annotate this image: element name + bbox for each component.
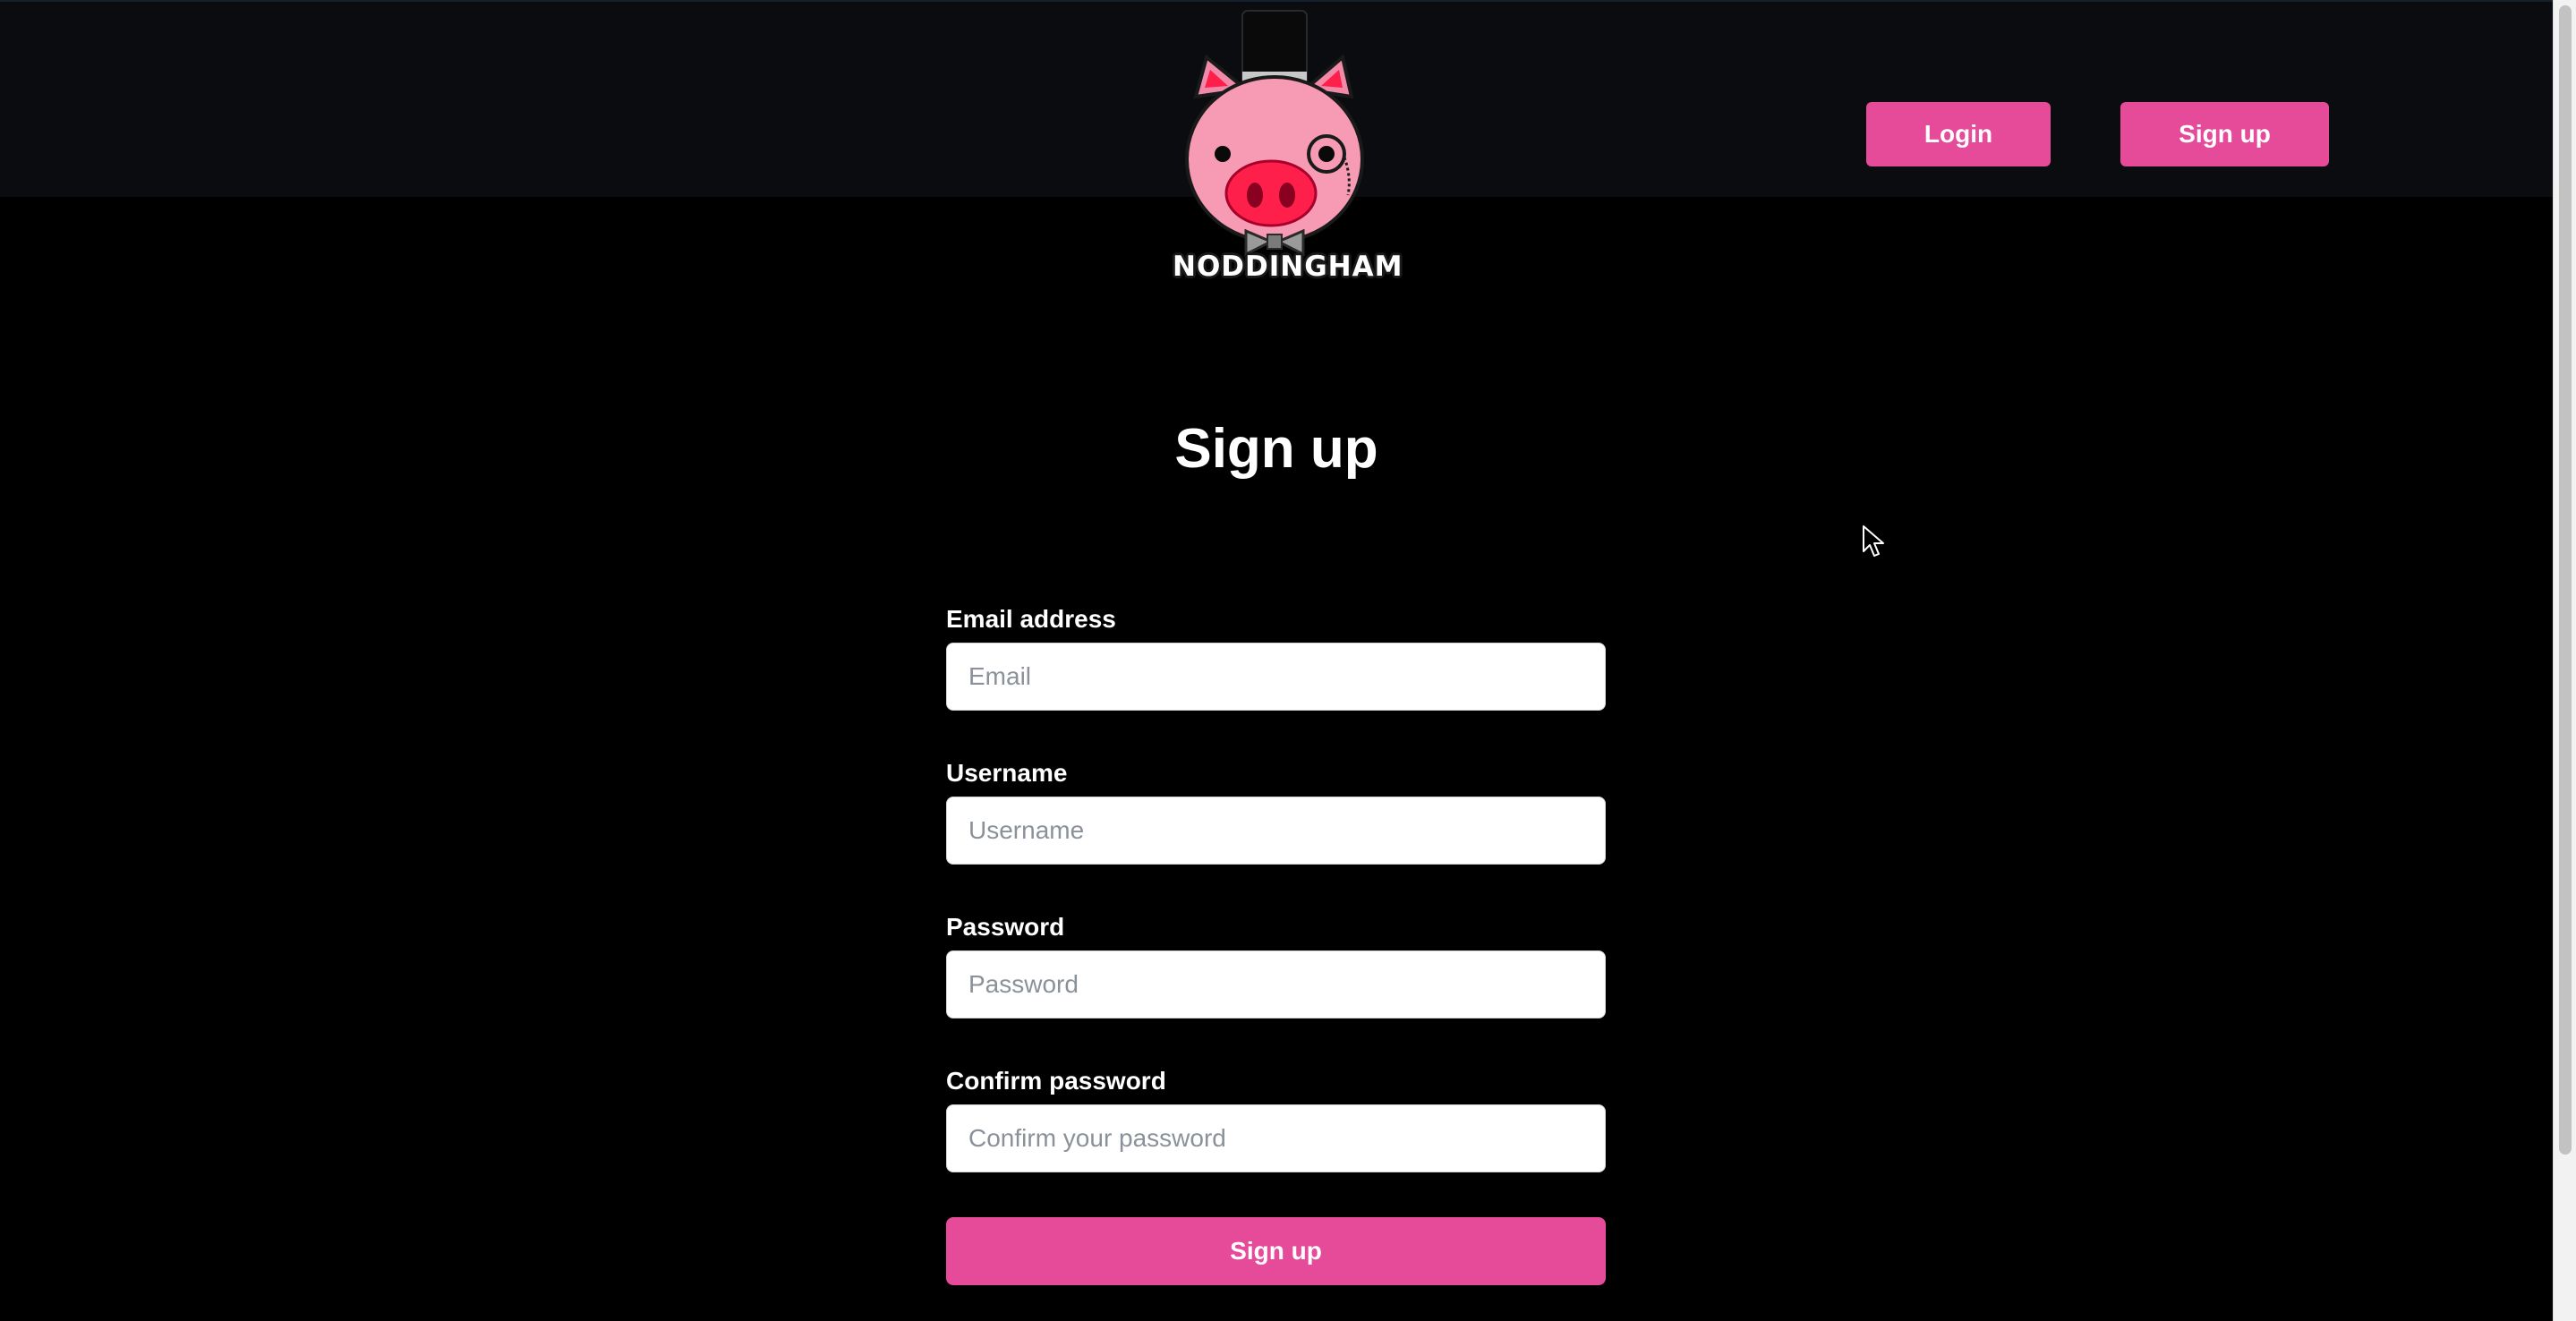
confirm-password-input[interactable]: [946, 1104, 1606, 1172]
username-input[interactable]: [946, 797, 1606, 865]
mouse-pointer-icon: [1863, 525, 1884, 557]
username-field-group: Username: [946, 755, 1606, 909]
password-field-group: Password: [946, 909, 1606, 1063]
signup-submit-button[interactable]: Sign up: [946, 1217, 1606, 1285]
confirm-password-label: Confirm password: [946, 1067, 1166, 1095]
signup-nav-button[interactable]: Sign up: [2120, 102, 2329, 166]
signup-form: Email address Username Password Confirm …: [946, 601, 1606, 1217]
pig-logo-icon: [1185, 10, 1364, 257]
vertical-scrollbar[interactable]: [2553, 0, 2576, 1321]
password-input[interactable]: [946, 950, 1606, 1018]
brand-logo[interactable]: NODDINGHAM: [1173, 7, 1403, 294]
signup-page: Login Sign up NODDINGHAM Sign up Email a…: [0, 0, 2576, 1321]
email-field-group: Email address: [946, 601, 1606, 755]
password-label: Password: [946, 913, 1065, 941]
username-label: Username: [946, 759, 1068, 787]
email-label: Email address: [946, 605, 1116, 633]
email-input[interactable]: [946, 643, 1606, 711]
confirm-password-field-group: Confirm password: [946, 1063, 1606, 1217]
login-button[interactable]: Login: [1866, 102, 2051, 166]
scrollbar-thumb[interactable]: [2559, 5, 2572, 1155]
logo-wordmark: NODDINGHAM: [1173, 251, 1403, 283]
page-title: Sign up: [1174, 418, 1378, 480]
submit-wrapper: Sign up: [946, 1217, 1606, 1285]
